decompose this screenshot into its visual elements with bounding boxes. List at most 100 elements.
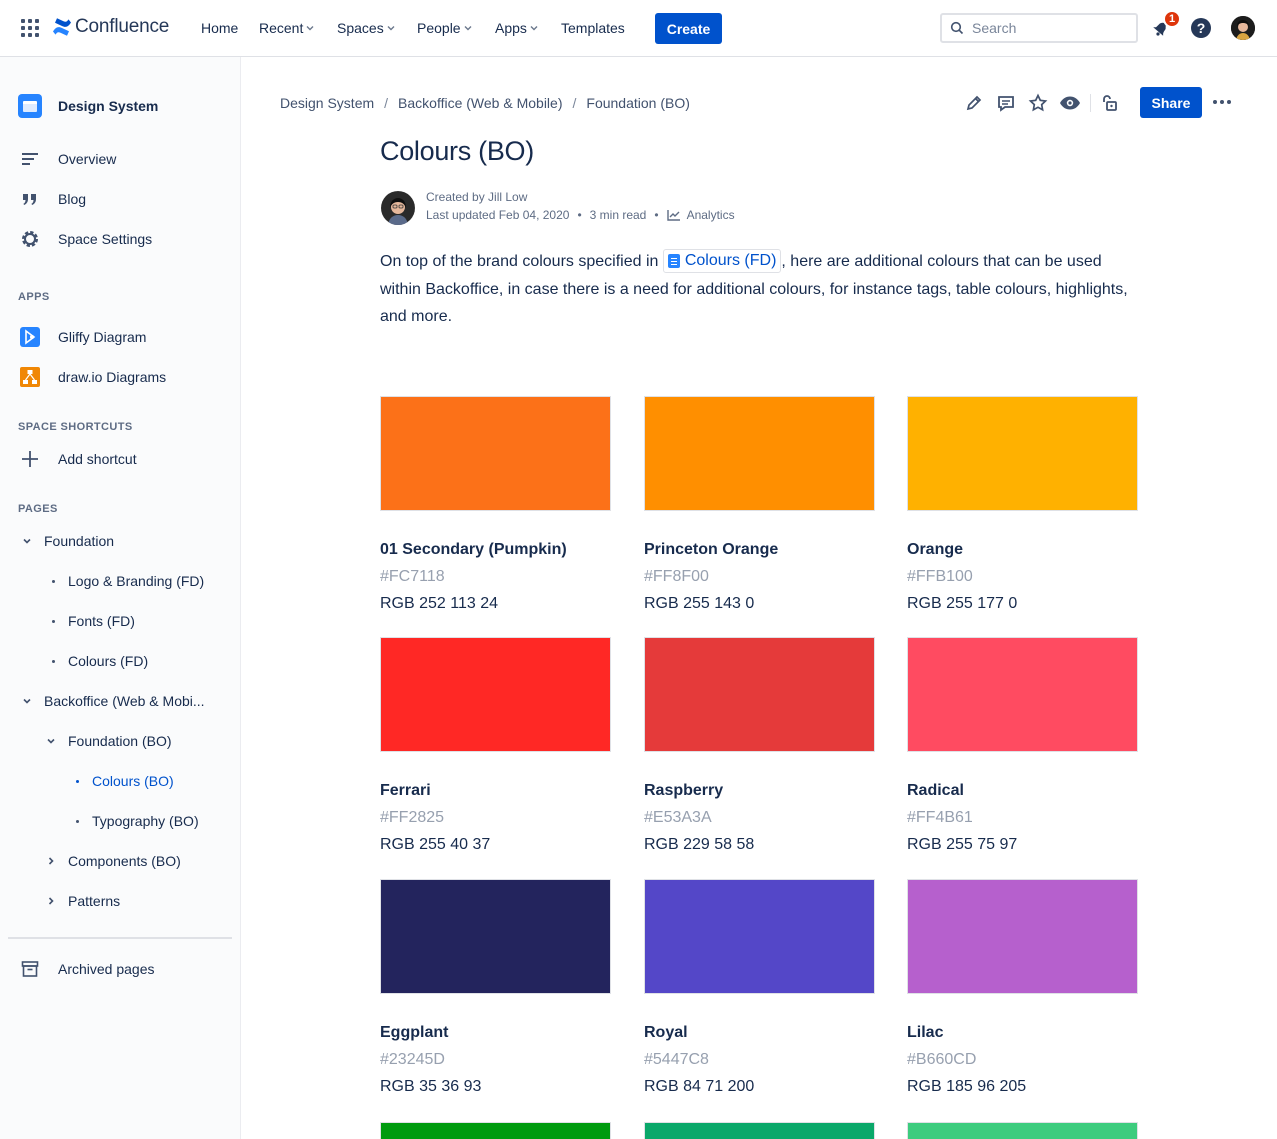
sidebar-item-blog[interactable]: Blog [18, 187, 86, 211]
watch-icon[interactable] [1058, 91, 1082, 115]
analytics-icon [666, 210, 680, 221]
sidebar-item-gliffy[interactable]: Gliffy Diagram [18, 325, 146, 349]
nav-people[interactable]: People [417, 20, 472, 36]
chevron-down-icon [306, 26, 314, 31]
bullet-icon [68, 819, 86, 823]
analytics-link[interactable]: Analytics [666, 208, 735, 222]
space-sidebar: Design System Overview Blog Space Settin… [0, 57, 241, 1139]
chevron-down-icon[interactable] [18, 532, 36, 550]
sidebar-item-space-settings[interactable]: Space Settings [18, 227, 152, 251]
colour-hex: #FF8F00 [644, 568, 709, 585]
colour-swatch [380, 637, 611, 752]
breadcrumb: Design System / Backoffice (Web & Mobile… [280, 95, 690, 111]
colour-name: Royal [644, 1024, 688, 1041]
tree-item-logo-branding[interactable]: Logo & Branding (FD) [44, 569, 204, 593]
breadcrumb-item[interactable]: Foundation (BO) [586, 95, 690, 111]
help-icon[interactable]: ? [1191, 18, 1211, 38]
tree-item-label: Typography (BO) [92, 813, 199, 829]
star-icon[interactable] [1026, 91, 1050, 115]
nav-recent[interactable]: Recent [259, 20, 314, 36]
avatar-image [1231, 16, 1255, 40]
chevron-right-icon[interactable] [42, 852, 60, 870]
sidebar-item-label: Space Settings [58, 231, 153, 247]
tree-item-label: Logo & Branding (FD) [68, 573, 205, 589]
intro-text-start: On top of the brand colours specified in [380, 253, 659, 270]
pages-heading: PAGES [18, 503, 58, 515]
breadcrumb-item[interactable]: Design System [280, 95, 374, 111]
nav-templates[interactable]: Templates [561, 20, 625, 36]
nav-apps-label: Apps [495, 20, 527, 36]
author-avatar[interactable] [381, 191, 415, 225]
colour-swatch [644, 396, 875, 511]
bullet-icon [44, 579, 62, 583]
colour-name: Raspberry [644, 782, 724, 799]
colours-fd-link[interactable]: Colours (FD) [662, 248, 782, 273]
nav-apps[interactable]: Apps [495, 20, 538, 36]
colour-rgb: RGB 255 177 0 [907, 595, 1018, 612]
nav-spaces[interactable]: Spaces [337, 20, 395, 36]
chevron-down-icon[interactable] [42, 732, 60, 750]
sidebar-item-archived[interactable]: Archived pages [18, 957, 155, 981]
colour-rgb: RGB 255 75 97 [907, 836, 1018, 853]
bullet-icon [44, 619, 62, 623]
sidebar-item-label: Archived pages [58, 961, 155, 977]
tree-item-colours-bo[interactable]: Colours (BO) [68, 769, 174, 793]
tree-item-foundation-bo[interactable]: Foundation (BO) [42, 729, 172, 753]
colour-hex: #FFB100 [907, 568, 973, 585]
more-actions-icon[interactable] [1213, 100, 1234, 104]
add-shortcut-button[interactable]: Add shortcut [18, 447, 137, 471]
sidebar-item-overview[interactable]: Overview [18, 147, 116, 171]
comment-icon[interactable] [994, 91, 1018, 115]
colours-fd-link-label: Colours (FD) [684, 252, 777, 270]
overview-icon [18, 147, 42, 171]
plus-icon [18, 447, 42, 471]
sidebar-item-drawio[interactable]: draw.io Diagrams [18, 365, 166, 389]
tree-item-typography-bo[interactable]: Typography (BO) [68, 809, 199, 833]
gliffy-icon [18, 325, 42, 349]
last-updated[interactable]: Last updated Feb 04, 2020 [426, 208, 569, 222]
nav-people-label: People [417, 20, 461, 36]
bullet-icon [44, 659, 62, 663]
space-header[interactable]: Design System [18, 94, 158, 118]
page-actions [962, 90, 1129, 116]
page-meta: Last updated Feb 04, 2020 • 3 min read •… [426, 208, 735, 222]
tree-item-label: Colours (BO) [92, 773, 174, 789]
breadcrumb-item[interactable]: Backoffice (Web & Mobile) [398, 95, 562, 111]
search-input[interactable] [972, 20, 1122, 36]
colour-swatch [380, 1122, 611, 1139]
tree-item-colours-fd[interactable]: Colours (FD) [44, 649, 148, 673]
edit-icon[interactable] [962, 91, 986, 115]
create-button[interactable]: Create [655, 13, 722, 44]
search-box[interactable] [940, 13, 1138, 43]
tree-item-foundation[interactable]: Foundation [18, 529, 114, 553]
colour-name: Radical [907, 782, 964, 799]
confluence-logo[interactable]: Confluence [52, 16, 169, 38]
breadcrumb-separator: / [384, 95, 389, 111]
chevron-down-icon[interactable] [18, 692, 36, 710]
analytics-label: Analytics [686, 208, 735, 222]
nav-home[interactable]: Home [201, 20, 238, 36]
page-icon [667, 253, 680, 268]
colour-swatch [644, 879, 875, 994]
page-title: Colours (BO) [380, 136, 534, 166]
chevron-right-icon[interactable] [42, 892, 60, 910]
archive-icon [18, 957, 42, 981]
share-button[interactable]: Share [1140, 87, 1202, 118]
tree-item-backoffice[interactable]: Backoffice (Web & Mobi... [18, 689, 205, 713]
unlock-icon[interactable] [1097, 91, 1121, 115]
profile-avatar[interactable] [1231, 16, 1255, 40]
colour-rgb: RGB 84 71 200 [644, 1078, 755, 1095]
colour-name: Ferrari [380, 782, 431, 799]
colour-rgb: RGB 35 36 93 [380, 1078, 482, 1095]
drawio-icon [18, 365, 42, 389]
tree-item-fonts-fd[interactable]: Fonts (FD) [44, 609, 135, 633]
tree-item-components-bo[interactable]: Components (BO) [42, 849, 181, 873]
tree-item-patterns[interactable]: Patterns [42, 889, 120, 913]
colour-swatch [907, 396, 1138, 511]
app-switcher-icon[interactable] [21, 19, 39, 37]
space-icon [18, 94, 42, 118]
actions-divider [1090, 94, 1091, 112]
colour-name: Orange [907, 541, 964, 558]
intro-paragraph: On top of the brand colours specified in… [380, 248, 1140, 331]
colour-name: 01 Secondary (Pumpkin) [380, 541, 567, 558]
